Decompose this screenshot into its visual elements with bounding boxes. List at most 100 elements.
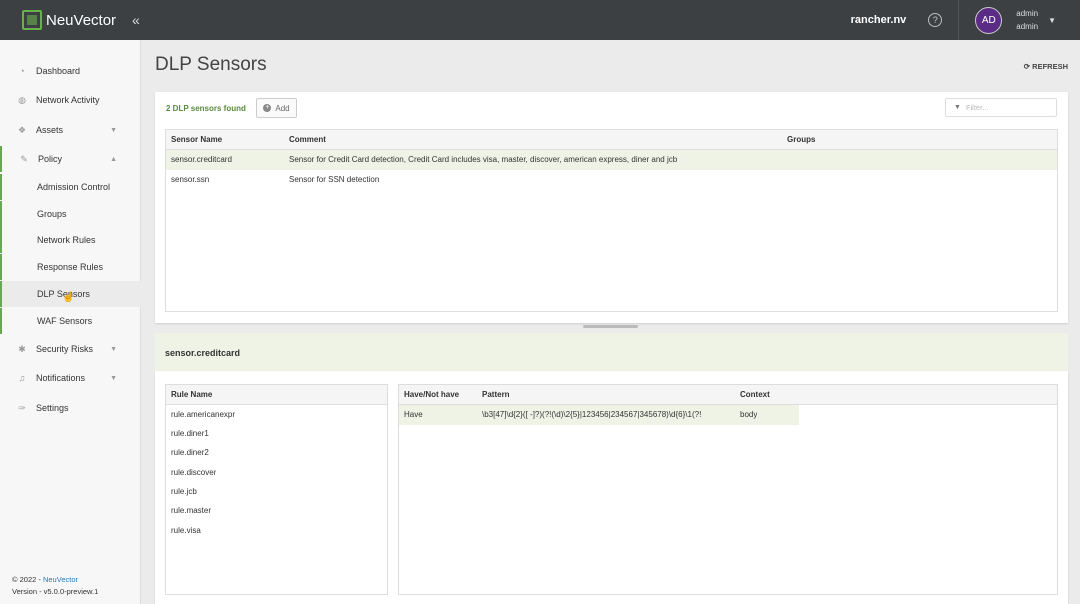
sidebar-subitem-waf-sensors[interactable]: WAF Sensors bbox=[0, 308, 141, 334]
sidebar: ◔ Dashboard ◍ Network Activity ❖ Assets … bbox=[0, 40, 141, 604]
table-row[interactable]: rule.americanexpr bbox=[166, 405, 387, 425]
column-header-groups[interactable]: Groups bbox=[787, 130, 815, 150]
table-row[interactable]: rule.diner1 bbox=[166, 424, 387, 444]
sidebar-footer: © 2022 - NeuVector Version - v5.0.0-prev… bbox=[12, 574, 98, 598]
refresh-label: REFRESH bbox=[1032, 62, 1068, 71]
help-icon[interactable]: ? bbox=[928, 13, 943, 27]
sidebar-item-label: Notifications bbox=[36, 373, 86, 383]
table-header: Rule Name bbox=[166, 385, 387, 405]
sidebar-item-label: Security Risks bbox=[36, 344, 94, 354]
rules-table: Rule Name rule.americanexpr rule.diner1 … bbox=[165, 384, 388, 595]
table-header: Sensor Name Comment Groups bbox=[166, 130, 1057, 150]
table-row[interactable]: rule.jcb bbox=[166, 482, 387, 502]
wrench-icon: ✑ bbox=[18, 402, 26, 413]
footer-brand-link[interactable]: NeuVector bbox=[43, 575, 78, 584]
sidebar-item-security-risks[interactable]: ✱ Security Risks ▼ bbox=[0, 336, 141, 362]
sidebar-subitem-admission-control[interactable]: Admission Control bbox=[0, 174, 141, 200]
column-header-have-not-have[interactable]: Have/Not have bbox=[404, 385, 459, 405]
sidebar-subitem-label: Admission Control bbox=[37, 182, 111, 192]
sensor-detail-card: Rule Name rule.americanexpr rule.diner1 … bbox=[155, 371, 1068, 604]
rule-name-cell: rule.master bbox=[171, 506, 212, 515]
table-row[interactable]: Have \b3[47]\d{2}([ -]?)(?!(\d)\2{5}|123… bbox=[399, 405, 799, 425]
caret-down-icon: ▼ bbox=[1048, 15, 1056, 25]
have-cell: Have bbox=[404, 410, 423, 419]
sidebar-item-assets[interactable]: ❖ Assets ▼ bbox=[0, 117, 141, 143]
sidebar-item-label: Network Activity bbox=[36, 95, 100, 105]
footer-version: Version - v5.0.0-preview.1 bbox=[12, 587, 99, 596]
pattern-cell: \b3[47]\d{2}([ -]?)(?!(\d)\2{5}|123456|2… bbox=[482, 410, 702, 419]
chevron-down-icon: ▼ bbox=[110, 374, 117, 382]
rule-name-cell: rule.jcb bbox=[171, 487, 197, 496]
add-label: Add bbox=[275, 103, 290, 113]
chevron-down-icon: ▼ bbox=[110, 126, 117, 134]
table-row[interactable]: rule.visa bbox=[166, 521, 387, 541]
table-header: Have/Not have Pattern Context bbox=[399, 385, 1057, 405]
bell-icon: ♫ bbox=[18, 373, 26, 383]
sidebar-subitem-label: Response Rules bbox=[37, 262, 104, 272]
sidebar-item-settings[interactable]: ✑ Settings bbox=[0, 395, 141, 421]
rule-name-cell: rule.americanexpr bbox=[171, 410, 236, 419]
sensor-name-cell: sensor.ssn bbox=[171, 175, 210, 184]
filter-icon: ▼ bbox=[954, 104, 961, 111]
rule-name-cell: rule.diner2 bbox=[171, 448, 209, 457]
rule-name-cell: rule.visa bbox=[171, 526, 201, 535]
footer-copyright: © 2022 - bbox=[12, 575, 43, 584]
table-row[interactable]: rule.diner2 bbox=[166, 443, 387, 463]
user-role: admin bbox=[1016, 22, 1039, 31]
assets-icon: ❖ bbox=[17, 124, 27, 135]
column-header-sensor-name[interactable]: Sensor Name bbox=[171, 130, 222, 150]
column-header-rule-name[interactable]: Rule Name bbox=[171, 385, 212, 405]
globe-icon: ◍ bbox=[18, 94, 26, 105]
rule-name-cell: rule.discover bbox=[171, 468, 217, 477]
resize-handle[interactable] bbox=[583, 325, 638, 328]
sensor-count: 2 DLP sensors found bbox=[166, 104, 246, 113]
sidebar-subitem-label: WAF Sensors bbox=[37, 316, 93, 326]
context-cell: body bbox=[740, 410, 758, 419]
user-menu[interactable]: AD admin admin ▼ bbox=[958, 0, 1080, 40]
patterns-table: Have/Not have Pattern Context Have \b3[4… bbox=[398, 384, 1058, 595]
sensor-comment-cell: Sensor for SSN detection bbox=[289, 175, 380, 184]
cluster-name[interactable]: rancher.nv bbox=[851, 14, 907, 26]
sidebar-subitem-network-rules[interactable]: Network Rules bbox=[0, 227, 141, 253]
sidebar-item-label: Dashboard bbox=[36, 66, 81, 76]
dashboard-icon: ◔ bbox=[19, 66, 25, 76]
gear-icon: ✱ bbox=[18, 343, 26, 354]
avatar: AD bbox=[975, 6, 1003, 34]
brand-name: NeuVector bbox=[46, 11, 117, 29]
detail-title: sensor.creditcard bbox=[165, 348, 241, 358]
neuvector-logo-icon bbox=[22, 10, 42, 30]
sidebar-item-policy[interactable]: ✎ Policy ▲ bbox=[0, 146, 141, 172]
chevron-down-icon: ▼ bbox=[110, 345, 117, 353]
refresh-icon: ⟳ bbox=[1023, 62, 1031, 71]
logo[interactable]: NeuVector bbox=[22, 10, 116, 30]
column-header-comment[interactable]: Comment bbox=[289, 130, 326, 150]
refresh-button[interactable]: ⟳ REFRESH bbox=[1024, 62, 1068, 71]
policy-icon: ✎ bbox=[20, 153, 28, 164]
chevron-up-icon: ▲ bbox=[110, 155, 117, 163]
filter-input[interactable]: ▼ Filter... bbox=[945, 98, 1057, 117]
collapse-sidebar-button[interactable]: « bbox=[132, 12, 140, 28]
column-header-context[interactable]: Context bbox=[740, 385, 770, 405]
sensor-name-cell: sensor.creditcard bbox=[171, 155, 232, 164]
sensors-table: Sensor Name Comment Groups sensor.credit… bbox=[165, 129, 1058, 312]
sidebar-item-label: Policy bbox=[38, 154, 63, 164]
sensor-comment-cell: Sensor for Credit Card detection, Credit… bbox=[289, 155, 678, 164]
table-row[interactable]: sensor.ssn Sensor for SSN detection bbox=[166, 170, 1057, 190]
sidebar-subitem-groups[interactable]: Groups bbox=[0, 201, 141, 227]
add-sensor-button[interactable]: + Add bbox=[256, 98, 297, 118]
sidebar-item-network-activity[interactable]: ◍ Network Activity bbox=[0, 87, 141, 113]
sidebar-subitem-response-rules[interactable]: Response Rules bbox=[0, 254, 141, 280]
plus-icon: + bbox=[263, 104, 272, 112]
sidebar-item-dashboard[interactable]: ◔ Dashboard bbox=[0, 58, 141, 84]
filter-placeholder: Filter... bbox=[965, 103, 989, 112]
mouse-cursor-icon: ☝ bbox=[62, 292, 75, 303]
user-name: admin bbox=[1016, 9, 1039, 18]
table-row[interactable]: rule.master bbox=[166, 501, 387, 521]
column-header-pattern[interactable]: Pattern bbox=[482, 385, 510, 405]
page-title: DLP Sensors bbox=[155, 54, 267, 75]
detail-header: sensor.creditcard bbox=[155, 333, 1068, 371]
table-row[interactable]: sensor.creditcard Sensor for Credit Card… bbox=[166, 150, 1057, 170]
sidebar-subitem-label: Groups bbox=[37, 209, 67, 219]
table-row[interactable]: rule.discover bbox=[166, 463, 387, 483]
sidebar-item-notifications[interactable]: ♫ Notifications ▼ bbox=[0, 365, 141, 391]
